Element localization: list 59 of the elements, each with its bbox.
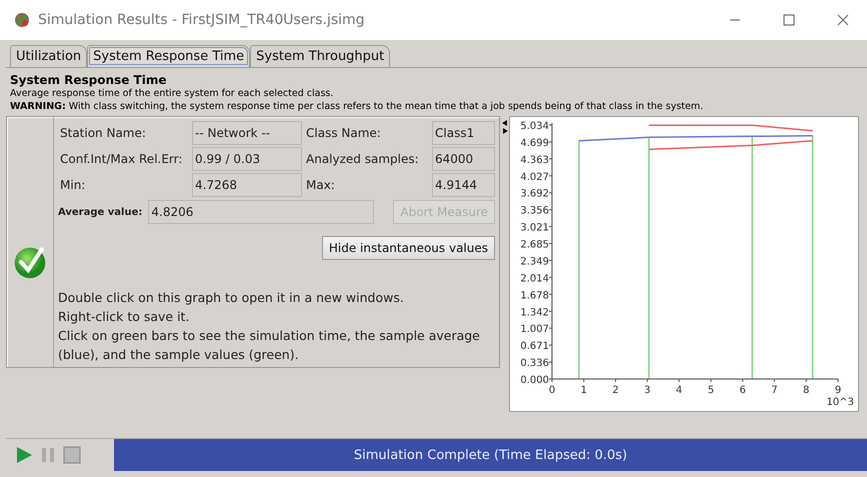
hint-text: Right-click to save it. [58, 308, 190, 326]
value-field: 0.99 / 0.03 [192, 147, 302, 171]
value-field: 4.7268 [192, 173, 302, 197]
tick-label: 2.349 [520, 256, 549, 268]
status-bar: Simulation Complete (Time Elapsed: 0.0s) [114, 439, 867, 471]
window-title: Simulation Results - FirstJSIM_TR40Users.jsimg [38, 12, 365, 28]
tick-label: 3.692 [520, 188, 549, 200]
hint-text: Double click on this graph to open it in a new windows. [58, 289, 405, 307]
tick-label: 2.014 [520, 273, 549, 284]
tick-label: 4.027 [520, 172, 549, 183]
description-text: Average response time of the entire system for each selected class. [10, 87, 334, 100]
tick-label: 3.021 [520, 222, 549, 234]
field-label: Min: [59, 177, 86, 194]
warning-text: WARNING: With class switching, the system response time per class refers to the mean time that a job spends being of that class in the system. [10, 100, 704, 113]
section-title: System Response Time [10, 73, 168, 87]
tick-label: 8 [803, 385, 810, 396]
field-label: Max: [305, 177, 336, 194]
close-icon[interactable] [837, 14, 849, 26]
tick-label: 3.356 [520, 206, 549, 217]
axis-label: 10^3 [826, 397, 854, 408]
tick-label: 4.363 [520, 154, 549, 166]
tick-label: 4 [676, 385, 682, 396]
field-label: Station Name: [59, 125, 147, 142]
tick-label: 0.000 [520, 375, 549, 386]
tick-label: 1.678 [520, 290, 549, 302]
value-field: 4.9144 [432, 173, 495, 197]
value-field: -- Network -- [192, 121, 302, 145]
tab[interactable]: System Throughput [250, 45, 390, 67]
tab[interactable]: Utilization [10, 45, 88, 67]
tick-label: 2.685 [520, 240, 549, 251]
app-icon [14, 12, 30, 28]
maximize-icon[interactable] [783, 14, 795, 26]
tick-label: 1.342 [520, 307, 549, 318]
tick-label: 0 [548, 385, 556, 396]
tick-label: 2 [612, 385, 619, 396]
tick-label: 4.699 [520, 138, 549, 149]
tick-label: 7 [771, 385, 778, 396]
splitter-arrows-icon[interactable] [502, 120, 508, 134]
value-field: 64000 [432, 147, 495, 171]
tick-label: 3 [644, 385, 651, 396]
field-label: Analyzed samples: [305, 151, 420, 168]
field-label: Average value: [58, 206, 142, 218]
hide-values-button[interactable]: Hide instantaneous values [322, 236, 495, 260]
tick-label: 5 [708, 385, 714, 396]
value-field: 4.8206 [148, 200, 374, 224]
tick-label: 1 [580, 385, 587, 396]
value-field: Class1 [432, 121, 495, 145]
tab[interactable]: System Response Time [87, 45, 250, 67]
tick-label: 1.007 [520, 324, 549, 336]
field-label: Conf.Int/Max Rel.Err: [59, 151, 184, 168]
play-button[interactable] [14, 445, 34, 465]
tick-label: 9 [834, 385, 842, 396]
tick-label: 6 [739, 385, 746, 396]
field-label: Class Name: [305, 125, 382, 142]
hint-text: Click on green bars to see the simulation time, the sample average (blue), and the sample values (green). [58, 327, 481, 364]
tick-label: 0.671 [520, 341, 549, 352]
tick-label: 0.336 [520, 358, 549, 370]
chart-panel[interactable]: 0.000 0.336 0.671 1.007 1.342 1.678 2.014 2.349 2.685 3.021 3.356 3.692 4.027 4.363 4.699 5.034 0 1 2 3 4 5 6 7 8 9 10^3 [509, 116, 859, 412]
tick-label: 5.034 [520, 121, 549, 132]
